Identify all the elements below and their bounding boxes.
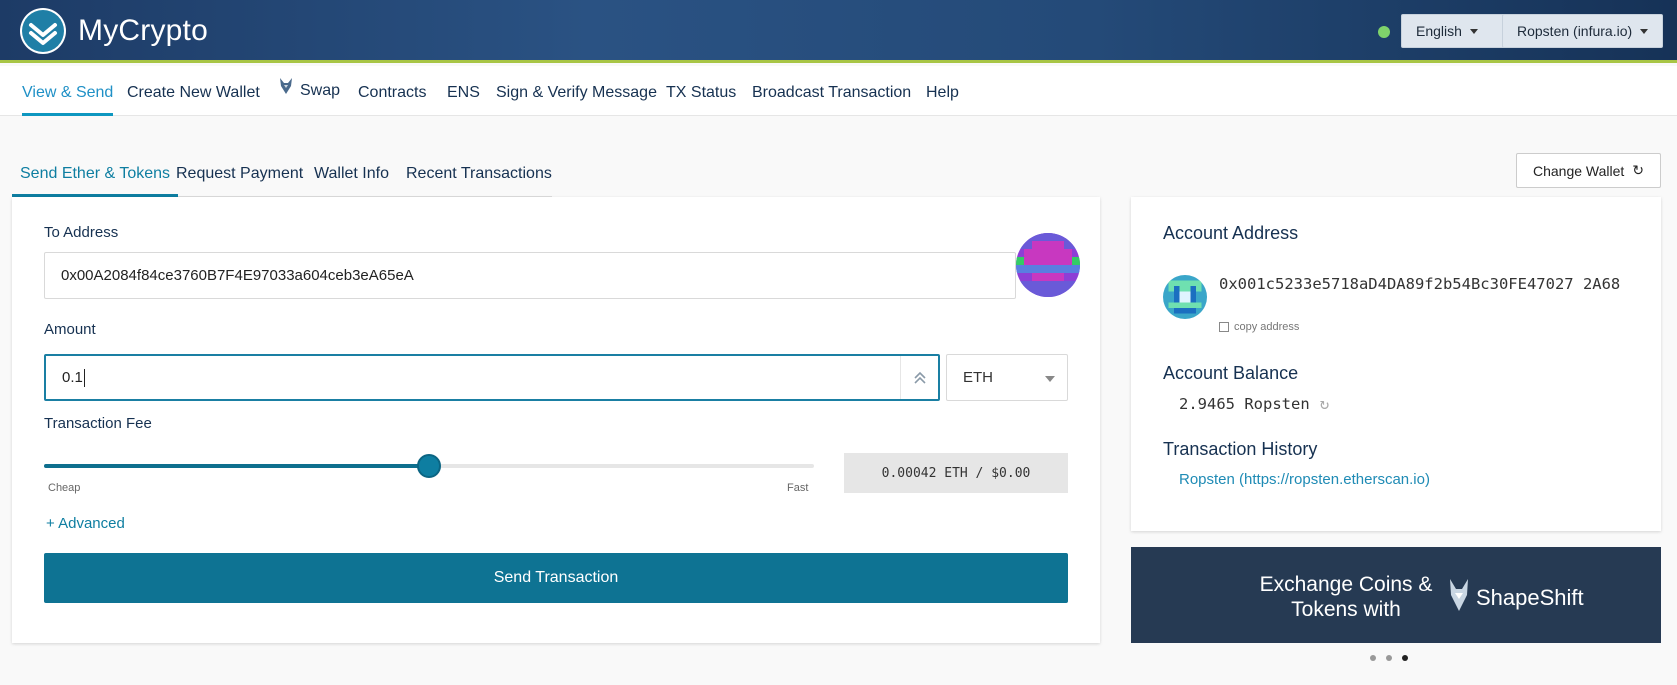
carousel-dot[interactable] (1370, 655, 1376, 661)
text-cursor (83, 368, 85, 387)
transaction-history-heading: Transaction History (1163, 439, 1318, 459)
banner-text: Exchange Coins & Tokens with (1259, 573, 1433, 621)
to-address-label: To Address (44, 224, 119, 241)
send-transaction-button[interactable]: Send Transaction (44, 553, 1068, 603)
top-header: MyCrypto English Ropsten (infura.io) (0, 0, 1677, 63)
account-panel: Account Address 0x001c5233e5718aD4DA89f2… (1131, 197, 1661, 531)
nav-swap-label: Swap (300, 82, 341, 99)
brand-logo[interactable]: MyCrypto (20, 8, 208, 54)
mycrypto-logo-icon (20, 8, 66, 54)
fee-display: 0.00042 ETH / $0.00 (844, 453, 1068, 493)
shapeshift-fox-icon (278, 65, 294, 119)
send-transaction-label: Send Transaction (493, 569, 619, 586)
change-wallet-label: Change Wallet (1532, 162, 1625, 179)
max-amount-icon[interactable] (900, 356, 938, 399)
amount-input[interactable]: 0.1 (44, 354, 940, 401)
slider-min-label: Cheap (48, 482, 81, 494)
nav-swap[interactable]: Swap (278, 66, 340, 116)
tab-request-payment[interactable]: Request Payment (176, 163, 303, 197)
tab-recent-transactions[interactable]: Recent Transactions (406, 163, 552, 197)
account-balance: 2.9465 Ropsten ↻ (1179, 394, 1329, 413)
nav-ens[interactable]: ENS (447, 66, 480, 116)
copy-address-label: copy address (1234, 321, 1300, 333)
chevron-down-icon (1640, 28, 1649, 34)
carousel-dots (1370, 655, 1408, 661)
shapeshift-brand: ShapeShift (1476, 585, 1584, 610)
nav-broadcast[interactable]: Broadcast Transaction (752, 66, 911, 116)
tab-wallet-info[interactable]: Wallet Info (314, 163, 389, 197)
amount-value: 0.1 (62, 369, 83, 386)
brand-name: MyCrypto (78, 14, 208, 47)
network-dropdown[interactable]: Ropsten (infura.io) (1502, 14, 1664, 48)
to-address-value: 0x00A2084f84ce3760B7F4E97033a604ceb3eA65… (61, 267, 414, 284)
account-address-value: 0x001c5233e5718aD4DA89f2b54Bc30FE47027 2… (1219, 275, 1621, 293)
account-address-heading: Account Address (1163, 223, 1299, 243)
network-status-indicator (1378, 26, 1390, 38)
shapeshift-logo: ShapeShift (1446, 577, 1584, 619)
copy-icon (1219, 322, 1229, 332)
amount-label: Amount (44, 321, 96, 338)
refresh-balance-icon[interactable]: ↻ (1320, 394, 1330, 413)
unit-select[interactable]: ETH (946, 354, 1068, 401)
fee-slider[interactable] (44, 454, 814, 478)
account-identicon (1163, 275, 1207, 319)
chevron-down-icon (1469, 28, 1478, 34)
wallet-tabs: Send Ether & Tokens Request Payment Wall… (12, 163, 552, 197)
tab-send-ether-tokens[interactable]: Send Ether & Tokens (12, 163, 179, 197)
fee-slider-fill (44, 464, 429, 468)
refresh-icon: ↻ (1632, 162, 1645, 178)
nav-view-send[interactable]: View & Send (22, 66, 114, 116)
fee-value: 0.00042 ETH / $0.00 (881, 465, 1031, 481)
nav-tx-status[interactable]: TX Status (666, 66, 736, 116)
network-label: Ropsten (infura.io) (1517, 23, 1633, 39)
copy-address-link[interactable]: copy address (1219, 321, 1299, 333)
main-navigation: View & Send Create New Wallet Swap Contr… (0, 66, 1677, 116)
nav-create-wallet[interactable]: Create New Wallet (127, 66, 260, 116)
language-label: English (1416, 23, 1462, 39)
account-balance-value: 2.9465 Ropsten (1179, 394, 1310, 413)
nav-contracts[interactable]: Contracts (358, 66, 426, 116)
carousel-dot[interactable] (1402, 655, 1408, 661)
slider-max-label: Fast (787, 482, 809, 494)
nav-sign-verify[interactable]: Sign & Verify Message (496, 66, 657, 116)
nav-help[interactable]: Help (926, 66, 959, 116)
shapeshift-banner[interactable]: Exchange Coins & Tokens with ShapeShift (1131, 547, 1661, 643)
transaction-fee-label: Transaction Fee (44, 415, 152, 432)
unit-value: ETH (963, 369, 993, 386)
change-wallet-button[interactable]: Change Wallet ↻ (1516, 153, 1661, 188)
fee-slider-handle[interactable] (417, 454, 441, 478)
shapeshift-fox-icon (1446, 577, 1472, 619)
account-balance-heading: Account Balance (1163, 363, 1299, 383)
carousel-dot[interactable] (1386, 655, 1392, 661)
chevron-down-icon (1045, 376, 1055, 382)
recipient-identicon (1016, 233, 1080, 297)
send-panel: To Address 0x00A2084f84ce3760B7F4E97033a… (12, 197, 1100, 643)
etherscan-link[interactable]: Ropsten (https://ropsten.etherscan.io) (1179, 471, 1430, 488)
to-address-input[interactable]: 0x00A2084f84ce3760B7F4E97033a604ceb3eA65… (44, 252, 1016, 299)
advanced-toggle[interactable]: + Advanced (46, 515, 125, 532)
